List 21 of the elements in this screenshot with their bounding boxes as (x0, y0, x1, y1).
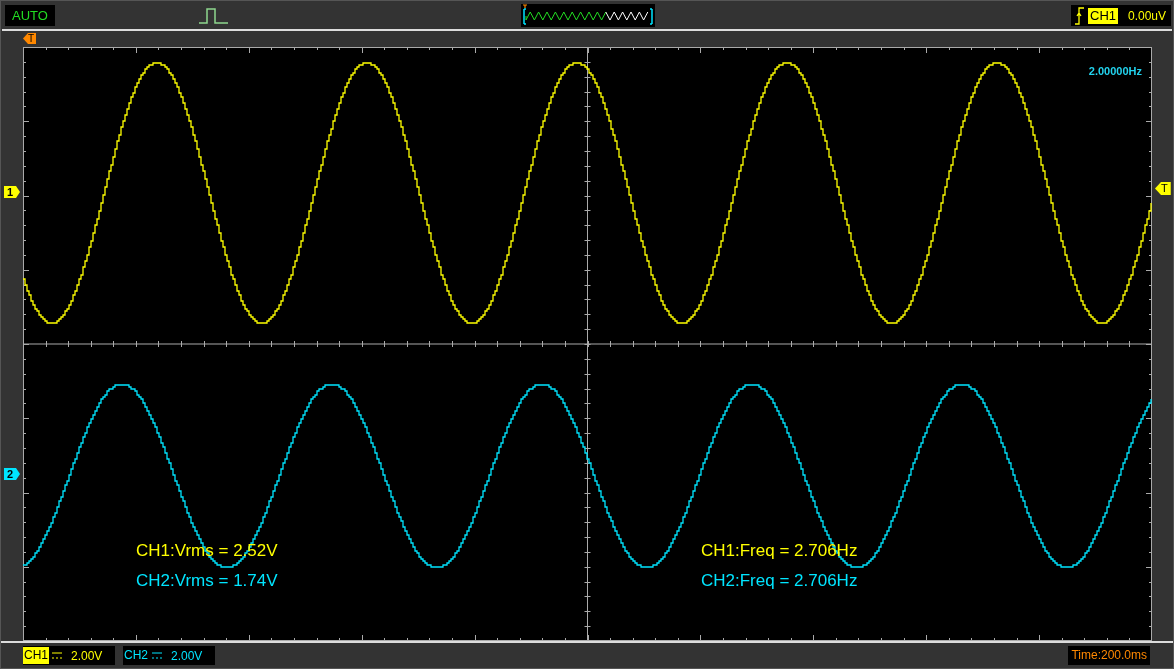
frequency-readout: 2.00000Hz (1088, 64, 1142, 79)
channel-name: CH1 (23, 647, 49, 664)
trigger-channel: CH1 (1088, 7, 1118, 24)
dc-coupling-icon (152, 652, 162, 659)
channel-marker[interactable]: 1 (4, 186, 20, 198)
trigger-level: 0.00uV (1128, 7, 1167, 25)
mode-indicator[interactable]: AUTO (5, 5, 55, 26)
trigger-level-marker[interactable]: T (1155, 182, 1171, 195)
measurement-readout: CH2:Vrms = 1.74V (136, 571, 279, 590)
channel-scale-panel[interactable]: CH1 2.00V (23, 646, 115, 665)
timebase-readout[interactable]: Time:200.0ms (1068, 646, 1150, 665)
channel-scale: 2.00V (71, 647, 103, 665)
rising-edge-icon (1075, 6, 1084, 25)
trigger-position-marker[interactable]: T (23, 33, 37, 44)
channel-scale-panel[interactable]: CH2 2.00V (123, 646, 215, 665)
channel-name: CH2 (123, 647, 149, 664)
measurement-readout: CH2:Freq = 2.706Hz (701, 571, 858, 590)
channel-marker[interactable]: 2 (4, 468, 20, 480)
channel-scale: 2.00V (171, 647, 203, 665)
dc-coupling-icon (52, 652, 62, 659)
pulse-icon (199, 7, 229, 24)
